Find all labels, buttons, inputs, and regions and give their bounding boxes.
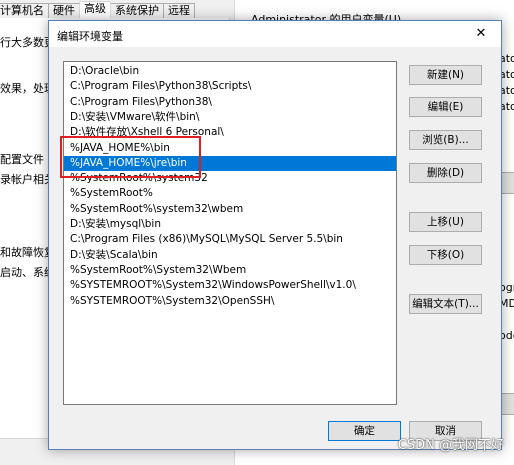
tab-remote[interactable]: 远程 (163, 3, 195, 18)
path-entries-list[interactable]: D:\Oracle\bin C:\Program Files\Python38\S… (63, 61, 397, 405)
path-entry-row[interactable]: C:\Program Files (x86)\MySQL\MySQL Serve… (64, 232, 396, 247)
edit-text-button[interactable]: 编辑文本(T)... (409, 294, 482, 314)
path-entry-row[interactable]: %SYSTEMROOT%\System32\WindowsPowerShell\… (64, 278, 396, 293)
delete-button[interactable]: 删除(D) (409, 163, 482, 183)
path-entry-row[interactable]: %SYSTEMROOT%\System32\OpenSSH\ (64, 294, 396, 309)
path-entry-row[interactable]: C:\Program Files\Python38\ (64, 95, 396, 110)
move-down-button[interactable]: 下移(O) (409, 245, 482, 265)
dialog-title: 编辑环境变量 (57, 30, 123, 43)
path-entry-row[interactable]: %SystemRoot% (64, 186, 396, 201)
path-entry-row[interactable]: C:\Program Files\Python38\Scripts\ (64, 79, 396, 94)
edit-env-variable-dialog: 编辑环境变量 ✕ D:\Oracle\bin C:\Program Files\P… (48, 20, 502, 450)
path-entry-row[interactable]: D:\Oracle\bin (64, 64, 396, 79)
tab-computer-name[interactable]: 计算机名 (0, 3, 49, 18)
move-up-button[interactable]: 上移(U) (409, 212, 482, 232)
path-entry-row[interactable]: D:\安装\mysql\bin (64, 217, 396, 232)
close-icon[interactable]: ✕ (461, 21, 501, 47)
dialog-titlebar: 编辑环境变量 ✕ (49, 21, 501, 47)
path-entry-row[interactable]: %JAVA_HOME%\jre\bin (64, 155, 396, 171)
browse-button[interactable]: 浏览(B)... (409, 130, 482, 150)
startup-recovery-desc-text: 启动、系统 (0, 266, 55, 279)
user-profiles-desc-text: 录帐户相关 (0, 173, 55, 186)
path-entry-row[interactable]: D:\安装\Scala\bin (64, 248, 396, 263)
path-entry-row[interactable]: %SystemRoot%\system32\wbem (64, 202, 396, 217)
performance-desc-text: 效果，处理 (0, 82, 55, 95)
startup-recovery-heading: 和故障恢复 (0, 246, 55, 259)
path-entry-row[interactable]: %SystemRoot%\System32\Wbem (64, 263, 396, 278)
new-button[interactable]: 新建(N) (409, 65, 482, 85)
edit-button[interactable]: 编辑(E) (409, 97, 482, 117)
watermark: CSDN @我网不好 (397, 438, 504, 453)
tab-advanced[interactable]: 高级 (79, 1, 111, 19)
path-entry-row[interactable]: %JAVA_HOME%\bin (64, 141, 396, 156)
tab-hardware[interactable]: 硬件 (48, 3, 80, 18)
path-entry-row[interactable]: D:\软件存放\Xshell 6 Personal\ (64, 125, 396, 140)
tab-strip: 计算机名 硬件 高级 系统保护 远程 (0, 1, 195, 19)
path-entry-row[interactable]: %SystemRoot%\system32 (64, 171, 396, 186)
ok-button[interactable]: 确定 (328, 421, 401, 441)
tab-system-protection[interactable]: 系统保护 (110, 3, 164, 18)
path-entry-row[interactable]: D:\安装\VMware\软件\bin\ (64, 110, 396, 125)
user-profiles-heading: 配置文件 (0, 153, 44, 166)
